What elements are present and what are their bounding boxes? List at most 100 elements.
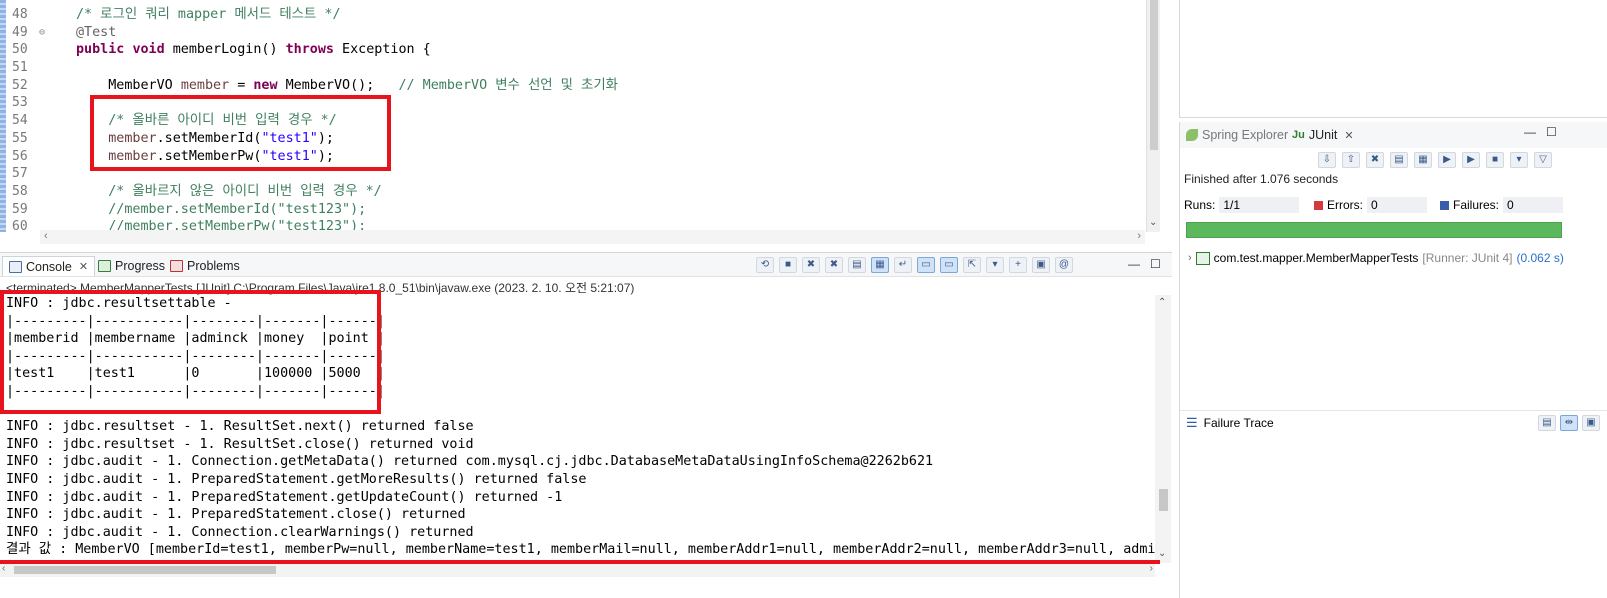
chevron-right-icon[interactable]: ›	[1188, 252, 1192, 264]
line-number: 58	[12, 183, 28, 199]
clear-console-icon[interactable]: ▤	[848, 257, 866, 273]
code-token: throws	[285, 42, 334, 58]
tab-console-label: Console	[26, 259, 72, 274]
code-line[interactable]: 59 //member.setMemberId("test123");	[6, 201, 1166, 219]
save-icon[interactable]: ▣	[1032, 257, 1050, 273]
minimize-icon[interactable]: —	[1128, 257, 1140, 271]
scroll-lock-icon[interactable]: ▦	[871, 257, 889, 273]
progress-icon	[98, 260, 111, 272]
line-number: 49	[12, 24, 28, 40]
open-console-icon[interactable]: +	[1009, 257, 1027, 273]
scroll-down-arrow-icon[interactable]: ⌄	[1149, 217, 1157, 228]
maximize-icon[interactable]: ☐	[1546, 125, 1557, 139]
code-text: @Test	[76, 24, 116, 42]
line-number: 52	[12, 77, 28, 93]
code-line[interactable]: 53	[6, 94, 1166, 112]
history-icon[interactable]: ▾	[1510, 152, 1528, 168]
code-token: Exception {	[334, 42, 431, 58]
line-number: 55	[12, 130, 28, 146]
code-line[interactable]: 50 public void memberLogin() throws Excep…	[6, 41, 1166, 59]
test-tree-item[interactable]: › com.test.mapper.MemberMapperTests [Run…	[1180, 248, 1607, 268]
scroll-up-arrow-icon[interactable]: ⌃	[1158, 297, 1166, 308]
scroll-lock-icon[interactable]: ▦	[1414, 152, 1432, 168]
tab-junit[interactable]: Ju JUnit ✕	[1292, 128, 1354, 142]
tab-spring-explorer[interactable]: Spring Explorer	[1186, 128, 1288, 142]
editor-horizontal-scrollbar[interactable]: ‹ ›	[40, 230, 1145, 244]
test-counters: Runs: 1/1 Errors: 0 Failures: 0	[1184, 196, 1564, 214]
scroll-right-arrow-icon[interactable]: ›	[1150, 563, 1153, 574]
link-icon[interactable]: ⟲	[756, 257, 774, 273]
editor-scroll-thumb[interactable]	[1150, 0, 1158, 150]
previous-failure-icon[interactable]: ⇧	[1342, 152, 1360, 168]
pin-console-icon[interactable]: ⇱	[963, 257, 981, 273]
rerun-failed-icon[interactable]: ▶	[1462, 152, 1480, 168]
fold-toggle-icon[interactable]: ⊖	[39, 24, 45, 42]
console-vertical-scrollbar[interactable]: ⌃ ⌄	[1155, 295, 1171, 563]
show-failures-only-icon[interactable]: ✖	[1366, 152, 1384, 168]
tab-console[interactable]: Console ✕	[2, 256, 96, 276]
code-text: /* 로그인 쿼리 mapper 메서드 테스트 */	[76, 6, 341, 24]
code-token: "test1"	[261, 148, 318, 164]
runner-label: [Runner: JUnit 4]	[1422, 251, 1513, 265]
code-line[interactable]: 51	[6, 59, 1166, 77]
stop-icon[interactable]: ■	[1486, 152, 1504, 168]
console-scroll-thumb[interactable]	[1159, 489, 1168, 511]
tab-problems[interactable]: Problems	[170, 256, 240, 276]
code-token: void	[132, 42, 165, 58]
spell-check-icon[interactable]: @	[1055, 257, 1073, 273]
code-line[interactable]: 54 /* 올바른 아이디 비번 입력 경우 */	[6, 112, 1166, 130]
close-icon[interactable]: ✕	[79, 258, 88, 276]
code-token: .setMemberId(	[156, 130, 262, 146]
scroll-down-arrow-icon[interactable]: ⌄	[1158, 548, 1166, 559]
maximize-icon[interactable]: ☐	[1150, 257, 1161, 271]
console-horizontal-scrollbar[interactable]: ‹ ›	[0, 563, 1155, 577]
remove-launch-icon[interactable]: ✖	[802, 257, 820, 273]
next-failure-icon[interactable]: ⇩	[1318, 152, 1336, 168]
scroll-left-arrow-icon[interactable]: ‹	[2, 563, 5, 574]
code-line[interactable]: 52 MemberVO member = new MemberVO(); // …	[6, 77, 1166, 95]
close-icon[interactable]: ✕	[1344, 129, 1353, 142]
code-token: "test1"	[261, 130, 318, 146]
code-line[interactable]: 58 /* 올바르지 않은 아이디 비번 입력 경우 */	[6, 183, 1166, 201]
runs-counter: Runs: 1/1	[1184, 196, 1314, 214]
terminate-icon[interactable]: ■	[779, 257, 797, 273]
console-hscroll-thumb[interactable]	[14, 566, 276, 574]
code-line[interactable]: 57	[6, 165, 1166, 183]
editor-vertical-scrollbar[interactable]: ⌄	[1146, 0, 1160, 232]
code-token: member	[180, 77, 230, 93]
problems-icon	[170, 260, 183, 272]
show-on-stderr-icon[interactable]: ▭	[940, 257, 958, 273]
code-token: /* 로그인 쿼리 mapper 메서드 테스트 */	[76, 7, 341, 22]
code-line[interactable]: 48 /* 로그인 쿼리 mapper 메서드 테스트 */	[6, 6, 1166, 24]
display-console-icon[interactable]: ▾	[986, 257, 1004, 273]
remove-all-icon[interactable]: ✖	[825, 257, 843, 273]
code-editor[interactable]: 48 /* 로그인 쿼리 mapper 메서드 테스트 */ 49 ⊖ @Test 50 p…	[0, 0, 1172, 244]
console-output[interactable]: INFO : jdbc.resultsettable - |---------|-…	[0, 295, 1155, 560]
tab-progress-label: Progress	[115, 259, 166, 273]
filter-stack-icon[interactable]: ⇹	[1560, 415, 1578, 431]
show-on-stdout-icon[interactable]: ▭	[917, 257, 935, 273]
runs-value: 1/1	[1219, 197, 1300, 213]
code-token: member	[108, 130, 157, 146]
scroll-left-arrow-icon[interactable]: ‹	[44, 230, 48, 242]
code-line[interactable]: 49 ⊖ @Test	[6, 24, 1166, 42]
compare-result-icon[interactable]: ▤	[1538, 415, 1556, 431]
scroll-right-arrow-icon[interactable]: ›	[1137, 230, 1141, 242]
line-number: 48	[12, 7, 28, 22]
copy-trace-icon[interactable]: ▣	[1582, 415, 1600, 431]
console-line: |memberid |membername |adminck |money |p…	[6, 331, 385, 347]
code-line[interactable]: 56 member.setMemberPw("test1");	[6, 148, 1166, 166]
word-wrap-icon[interactable]: ↵	[894, 257, 912, 273]
minimize-icon[interactable]: —	[1524, 125, 1536, 139]
rerun-test-icon[interactable]: ▶	[1438, 152, 1456, 168]
code-line[interactable]: 55 member.setMemberId("test1");	[6, 130, 1166, 148]
junit-icon: Ju	[1292, 129, 1305, 141]
show-skipped-icon[interactable]: ▤	[1390, 152, 1408, 168]
console-line: INFO : jdbc.audit - 1. Connection.getMet…	[6, 454, 934, 470]
code-lines[interactable]: 48 /* 로그인 쿼리 mapper 메서드 테스트 */ 49 ⊖ @Test 50 p…	[6, 6, 1166, 232]
tab-progress[interactable]: Progress	[98, 256, 165, 276]
finished-time-label: Finished after 1.076 seconds	[1184, 172, 1339, 186]
view-menu-icon[interactable]: ▽	[1534, 152, 1552, 168]
